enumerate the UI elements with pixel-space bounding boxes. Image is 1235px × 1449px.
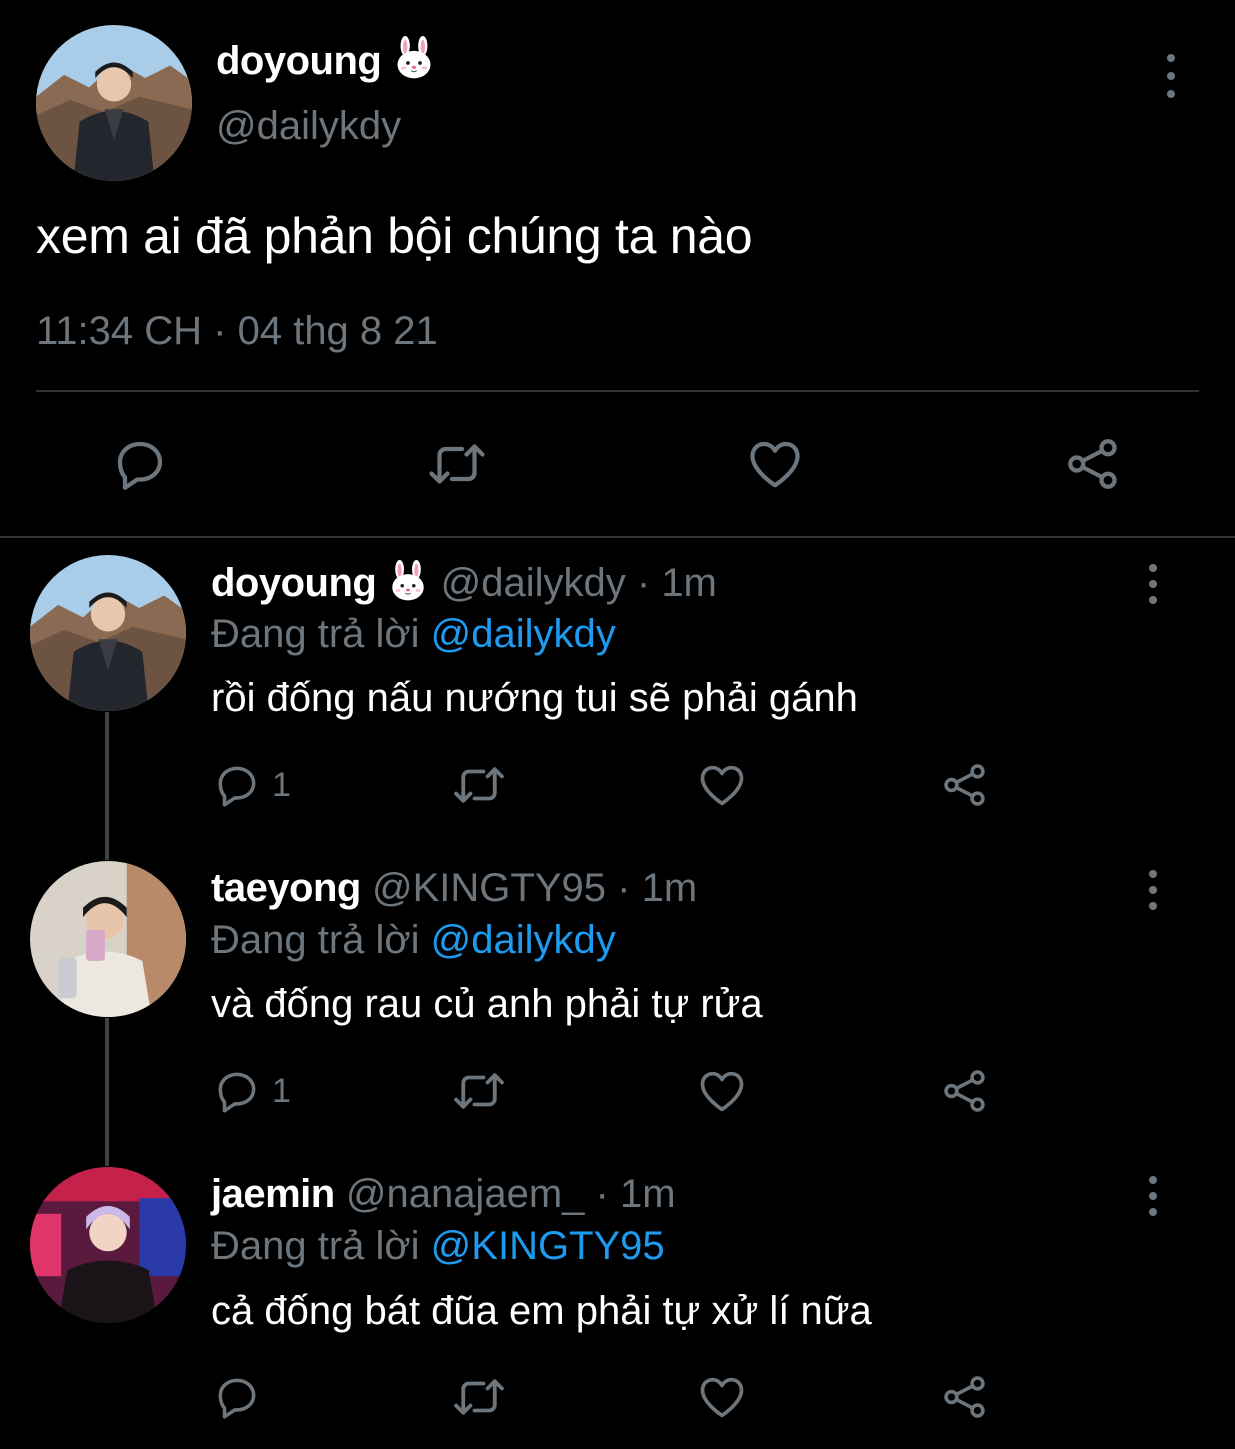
reply-display-name: doyoung bbox=[211, 561, 377, 605]
replying-to-mention[interactable]: @dailykdy bbox=[431, 612, 616, 656]
more-options-icon[interactable] bbox=[1138, 564, 1168, 604]
reply-header[interactable]: doyoung @dailykdy · 1m bbox=[211, 560, 717, 606]
like-button[interactable] bbox=[696, 1369, 748, 1425]
retweet-button[interactable] bbox=[452, 1369, 506, 1425]
retweet-icon bbox=[452, 1370, 506, 1424]
reply-button[interactable] bbox=[110, 434, 170, 494]
reply-display-name: jaemin bbox=[211, 1172, 335, 1216]
replying-prefix: Đang trả lời bbox=[211, 612, 420, 656]
retweet-icon bbox=[452, 758, 506, 812]
reply-count: 1 bbox=[272, 765, 291, 804]
reply-separator: · bbox=[595, 1172, 609, 1216]
heart-icon bbox=[696, 1065, 748, 1117]
reply-separator: · bbox=[636, 561, 651, 605]
reply-display-name: taeyong bbox=[211, 866, 361, 910]
reply-avatar[interactable] bbox=[30, 555, 186, 711]
more-options-icon[interactable] bbox=[1138, 1176, 1168, 1216]
replying-to: Đang trả lời @KINGTY95 bbox=[211, 1224, 665, 1269]
share-button[interactable] bbox=[1063, 434, 1123, 494]
replying-prefix: Đang trả lời bbox=[211, 1224, 420, 1268]
reply-avatar[interactable] bbox=[30, 1167, 186, 1323]
thread-line bbox=[105, 712, 109, 860]
reply-separator: · bbox=[617, 866, 631, 910]
reply-time: 1m bbox=[641, 866, 698, 910]
like-button[interactable] bbox=[696, 1063, 748, 1119]
rabbit-face-emoji-icon bbox=[392, 36, 436, 80]
reply-header[interactable]: jaemin @nanajaem_ · 1m bbox=[211, 1172, 676, 1217]
reply-icon bbox=[212, 760, 262, 810]
divider bbox=[36, 390, 1199, 392]
avatar-image bbox=[30, 861, 186, 1017]
replying-to-mention[interactable]: @KINGTY95 bbox=[431, 1224, 665, 1268]
main-tweet-text: xem ai đã phản bội chúng ta nào bbox=[36, 208, 753, 264]
retweet-icon bbox=[452, 1064, 506, 1118]
main-separator: · bbox=[213, 309, 227, 353]
heart-icon bbox=[745, 433, 805, 495]
main-display-name: doyoung bbox=[216, 39, 382, 83]
avatar-image bbox=[30, 555, 186, 711]
heart-icon bbox=[696, 759, 748, 811]
more-options-icon[interactable] bbox=[1156, 54, 1186, 98]
share-button[interactable] bbox=[940, 1063, 990, 1119]
share-icon bbox=[1063, 433, 1123, 495]
reply-button[interactable]: 1 bbox=[212, 1063, 291, 1119]
share-icon bbox=[940, 1066, 990, 1116]
reply-time: 1m bbox=[661, 561, 717, 605]
main-time: 11:34 CH bbox=[36, 309, 203, 353]
rabbit-face-emoji-icon bbox=[387, 560, 429, 602]
retweet-button[interactable] bbox=[427, 434, 487, 494]
like-button[interactable] bbox=[696, 757, 748, 813]
reply-text: rồi đống nấu nướng tui sẽ phải gánh bbox=[211, 676, 858, 720]
main-date: 04 thg 8 21 bbox=[237, 309, 438, 353]
main-avatar[interactable] bbox=[36, 25, 192, 181]
share-icon bbox=[940, 1372, 990, 1422]
reply-icon bbox=[212, 1066, 262, 1116]
share-button[interactable] bbox=[940, 757, 990, 813]
reply-count: 1 bbox=[272, 1071, 291, 1110]
replying-to-mention[interactable]: @dailykdy bbox=[431, 918, 616, 962]
replying-to: Đang trả lời @dailykdy bbox=[211, 918, 616, 963]
reply-icon bbox=[212, 1372, 262, 1422]
thread-line bbox=[105, 1018, 109, 1166]
share-button[interactable] bbox=[940, 1369, 990, 1425]
retweet-button[interactable] bbox=[452, 1063, 506, 1119]
main-handle[interactable]: @dailykdy bbox=[216, 104, 401, 149]
reply-text: và đống rau củ anh phải tự rửa bbox=[211, 982, 763, 1026]
reply-avatar[interactable] bbox=[30, 861, 186, 1017]
tweet-thread: doyoung @dailykdy xem ai đã phản bội chú… bbox=[0, 0, 1235, 1449]
main-display-name-row[interactable]: doyoung bbox=[216, 36, 436, 84]
more-options-icon[interactable] bbox=[1138, 870, 1168, 910]
reply-icon bbox=[110, 433, 170, 495]
divider bbox=[0, 536, 1235, 538]
replying-to: Đang trả lời @dailykdy bbox=[211, 612, 616, 657]
reply-header[interactable]: taeyong @KINGTY95 · 1m bbox=[211, 866, 697, 911]
reply-handle: @nanajaem_ bbox=[345, 1172, 585, 1216]
reply-text: cả đống bát đũa em phải tự xử lí nữa bbox=[211, 1289, 872, 1333]
retweet-button[interactable] bbox=[452, 757, 506, 813]
reply-button[interactable] bbox=[212, 1369, 272, 1425]
reply-handle: @dailykdy bbox=[440, 561, 626, 605]
reply-time: 1m bbox=[619, 1172, 676, 1216]
retweet-icon bbox=[427, 431, 487, 497]
like-button[interactable] bbox=[745, 434, 805, 494]
share-icon bbox=[940, 760, 990, 810]
avatar-image bbox=[30, 1167, 186, 1323]
reply-button[interactable]: 1 bbox=[212, 757, 291, 813]
reply-handle: @KINGTY95 bbox=[371, 866, 606, 910]
heart-icon bbox=[696, 1371, 748, 1423]
main-timestamp[interactable]: 11:34 CH · 04 thg 8 21 bbox=[36, 309, 438, 354]
replying-prefix: Đang trả lời bbox=[211, 918, 420, 962]
avatar-image bbox=[36, 25, 192, 181]
